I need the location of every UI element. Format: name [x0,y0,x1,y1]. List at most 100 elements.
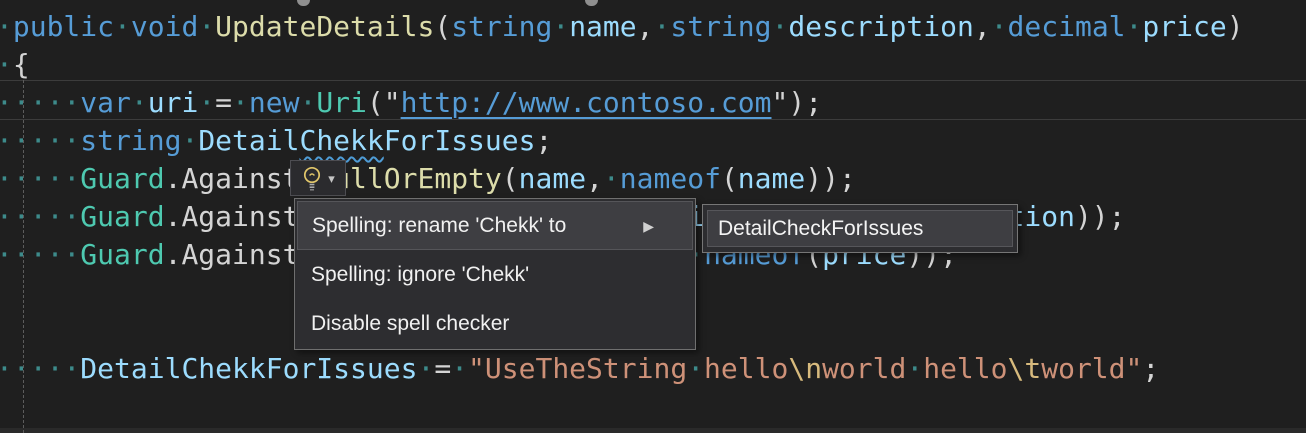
code-token: Uri [316,86,367,119]
clipped-text-remnant [297,0,310,6]
whitespace-dot: ····· [0,238,80,271]
code-token: string [80,124,181,157]
whitespace-dot: ····· [0,352,80,385]
whitespace-dot: · [991,10,1008,43]
whitespace-dot: · [0,48,13,81]
whitespace-dot: · [687,352,704,385]
whitespace-dot: · [417,352,434,385]
menu-item-disable-spell-checker[interactable]: Disable spell checker [297,299,693,348]
code-token: uri [148,86,199,119]
code-token: Guard [80,238,164,271]
code-token: UpdateDetails [215,10,434,43]
code-line[interactable]: ·····Guard.Against.NullOrEmpty(name,·nam… [0,160,856,198]
code-token: ; [535,124,552,157]
code-token: Guard [80,200,164,233]
code-token: (" [367,86,401,119]
rename-suggestions-submenu: DetailCheckForIssues [702,204,1018,253]
code-token: ( [502,162,519,195]
menu-item-label: Disable spell checker [311,312,509,336]
code-token: "UseTheString [468,352,687,385]
code-token: ForIssues [384,124,536,157]
whitespace-dot: · [232,86,249,119]
code-token: Against [181,162,299,195]
code-line[interactable]: ·public·void·UpdateDetails(string·name,·… [0,8,1244,46]
whitespace-dot: · [451,352,468,385]
submenu-arrow-icon: ▶ [643,219,654,233]
menu-item-ignore-chekk[interactable]: Spelling: ignore 'Chekk' [297,250,693,299]
code-line[interactable]: ·····DetailChekkForIssues·=·"UseTheStrin… [0,350,1159,388]
code-line[interactable]: ·{ [0,46,30,84]
whitespace-dot: ····· [0,86,80,119]
whitespace-dot: · [552,10,569,43]
code-token: )); [1075,200,1126,233]
code-token: world [822,352,906,385]
submenu-item-detailcheckforissues[interactable]: DetailCheckForIssues [707,210,1013,247]
spell-check-context-menu: Spelling: rename 'Chekk' to ▶ Spelling: … [294,198,696,350]
code-token: hello [923,352,1007,385]
code-line[interactable]: ·····string·DetailChekkForIssues; [0,122,552,160]
code-token: string [451,10,552,43]
whitespace-dot: · [114,10,131,43]
submenu-item-label: DetailCheckForIssues [718,217,923,241]
lightbulb-icon [301,165,323,192]
code-token: world" [1041,352,1142,385]
code-token: public [13,10,114,43]
code-token: Detail [198,124,299,157]
whitespace-dot: ····· [0,200,80,233]
code-token: \n [788,352,822,385]
whitespace-dot: · [198,10,215,43]
code-token: . [165,238,182,271]
code-token: , [637,10,654,43]
code-token: , [586,162,603,195]
whitespace-dot: · [131,86,148,119]
menu-item-label: Spelling: ignore 'Chekk' [311,263,529,287]
code-token: price [1142,10,1226,43]
code-token: void [131,10,198,43]
whitespace-dot: · [906,352,923,385]
code-token: ) [1227,10,1244,43]
code-token: name [569,10,636,43]
whitespace-dot: ····· [0,162,80,195]
code-token: decimal [1008,10,1126,43]
code-token: ( [434,10,451,43]
whitespace-dot: · [1126,10,1143,43]
menu-item-label: Spelling: rename 'Chekk' to [312,214,566,238]
code-token: name [738,162,805,195]
whitespace-dot: · [181,124,198,157]
whitespace-dot: · [299,86,316,119]
whitespace-dot: · [603,162,620,195]
code-token: Against [181,238,299,271]
whitespace-dot: · [654,10,671,43]
whitespace-dot: · [0,10,13,43]
code-token: , [974,10,991,43]
code-token: = [434,352,451,385]
code-token: = [215,86,232,119]
code-token: string [670,10,771,43]
code-token: Against [181,200,299,233]
dropdown-arrow-icon: ▾ [328,172,335,185]
code-token: new [249,86,300,119]
code-token: \t [1008,352,1042,385]
code-token: { [13,48,30,81]
misspelled-identifier: Chekk [299,124,383,157]
hyperlink-url[interactable]: http://www.contoso.com [401,86,772,119]
code-token: nameof [620,162,721,195]
menu-item-rename-chekk[interactable]: Spelling: rename 'Chekk' to ▶ [297,201,693,250]
code-line[interactable]: ·····var·uri·=·new·Uri("http://www.conto… [0,84,822,122]
lightbulb-quick-actions-button[interactable]: ▾ [290,160,346,196]
clipped-text-remnant [585,0,598,6]
code-editor[interactable]: ·public·void·UpdateDetails(string·name,·… [0,0,1306,433]
whitespace-dot: ····· [0,124,80,157]
code-token: )); [805,162,856,195]
code-token: Guard [80,162,164,195]
window-bottom-edge [0,428,1306,433]
code-token: hello [704,352,788,385]
whitespace-dot: · [772,10,789,43]
code-token: . [165,200,182,233]
code-token: "); [772,86,823,119]
code-token: ; [1142,352,1159,385]
code-token: ( [721,162,738,195]
code-token: description [788,10,973,43]
code-token: DetailChekkForIssues [80,352,417,385]
indent-guide [23,80,24,433]
